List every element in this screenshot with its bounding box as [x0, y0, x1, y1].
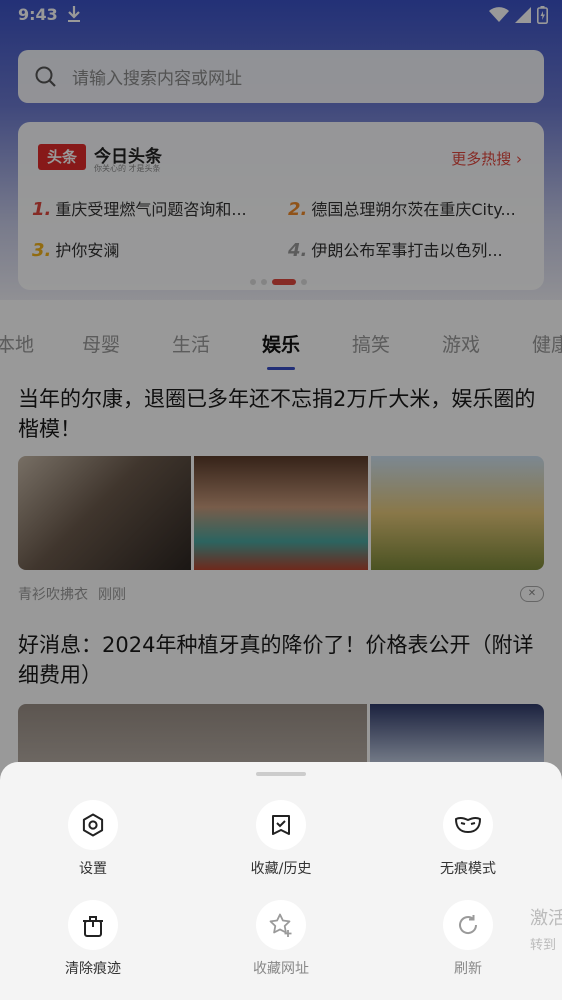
refresh-icon [459, 915, 478, 934]
overflow-hint-text: 激活 [530, 908, 562, 929]
overflow-hint: 激活 转到 [530, 904, 562, 953]
action-circle [68, 900, 118, 950]
bookmark-history-icon [272, 815, 290, 835]
action-label: 无痕模式 [440, 861, 496, 877]
clear-trash-icon [83, 916, 103, 937]
browser-app: 9:43 请输入搜索内容或网址 头条 今日头条 你关心的 才是头条 更多热搜 ›… [0, 0, 562, 1000]
action-label: 收藏网址 [253, 961, 309, 977]
star-add-icon [269, 913, 292, 937]
incognito-button[interactable]: 无痕模式 [413, 800, 523, 878]
bookmarks-history-button[interactable]: 收藏/历史 [226, 800, 336, 878]
action-circle [68, 800, 118, 850]
action-circle [443, 900, 493, 950]
settings-hex-icon [82, 813, 104, 837]
mask-icon [455, 816, 481, 833]
clear-traces-button[interactable]: 清除痕迹 [38, 900, 148, 978]
action-label: 刷新 [454, 961, 482, 977]
action-circle [443, 800, 493, 850]
action-label: 清除痕迹 [65, 961, 121, 977]
action-circle [256, 900, 306, 950]
settings-button[interactable]: 设置 [38, 800, 148, 878]
action-label: 收藏/历史 [250, 861, 312, 877]
bottom-menu-sheet: 设置 收藏/历史 无痕模式 清除痕迹 收藏网址 刷新 激活 转到 [0, 762, 562, 1000]
action-label: 设置 [79, 861, 107, 877]
bookmark-url-button[interactable]: 收藏网址 [226, 900, 336, 978]
overflow-hint-subtext: 转到 [530, 938, 557, 953]
action-circle [256, 800, 306, 850]
refresh-button[interactable]: 刷新 [413, 900, 523, 978]
sheet-handle[interactable] [256, 772, 306, 776]
